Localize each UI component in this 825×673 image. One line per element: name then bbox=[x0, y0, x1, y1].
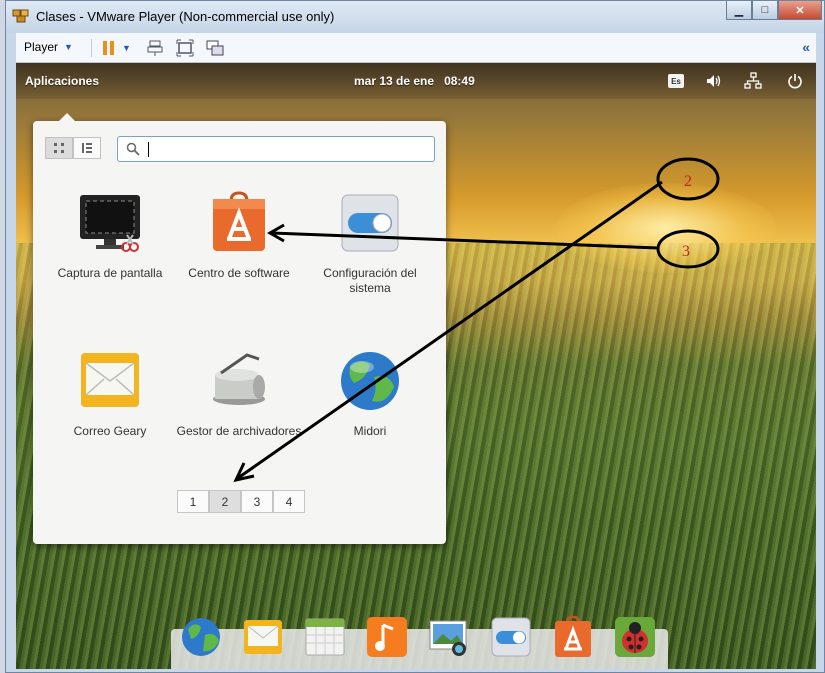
player-menu[interactable]: Player ▼ bbox=[24, 40, 73, 54]
vmware-app-icon bbox=[12, 9, 29, 23]
page-button-1[interactable]: 1 bbox=[177, 490, 209, 513]
chevron-down-icon[interactable]: ▼ bbox=[122, 43, 131, 53]
app-label: Configuración del sistema bbox=[323, 266, 417, 295]
panel-clock[interactable]: mar 13 de ene 08:49 bbox=[354, 74, 475, 88]
application-launcher: Captura de pantalla Centro de software C… bbox=[33, 113, 446, 544]
app-label: Correo Geary bbox=[73, 424, 147, 438]
vmware-window: Clases - VMware Player (Non-commercial u… bbox=[5, 0, 825, 673]
app-configuracion-del-sistema[interactable]: Configuración del sistema bbox=[305, 191, 435, 296]
page-button-2[interactable]: 2 bbox=[209, 490, 241, 513]
view-mode-toggle bbox=[45, 137, 101, 159]
window-title: Clases - VMware Player (Non-commercial u… bbox=[36, 9, 335, 24]
app-centro-de-software[interactable]: Centro de software bbox=[174, 191, 304, 281]
app-label: Captura de pantalla bbox=[57, 266, 163, 280]
app-midori[interactable]: Midori bbox=[305, 349, 435, 439]
app-captura-de-pantalla[interactable]: Captura de pantalla bbox=[45, 191, 175, 281]
minimize-button[interactable]: ▁ bbox=[726, 1, 752, 20]
software-center-icon bbox=[213, 191, 265, 251]
panel-date: mar 13 de ene bbox=[354, 74, 435, 88]
power-icon[interactable] bbox=[786, 72, 804, 90]
archive-manager-icon bbox=[213, 353, 265, 405]
vmware-toolbar: Player ▼ ▼ « bbox=[16, 33, 816, 63]
list-icon bbox=[82, 143, 92, 153]
window-controls: ▁ □ ✕ bbox=[726, 1, 822, 20]
chevron-down-icon: ▼ bbox=[64, 42, 73, 52]
panel-time: 08:49 bbox=[444, 74, 475, 88]
fullscreen-icon[interactable] bbox=[176, 39, 194, 57]
settings-toggle-icon bbox=[341, 194, 399, 252]
search-icon bbox=[126, 142, 140, 156]
bug-icon[interactable] bbox=[613, 615, 657, 659]
volume-icon[interactable] bbox=[705, 72, 723, 90]
guest-desktop: Aplicaciones mar 13 de ene 08:49 Es Capt… bbox=[16, 63, 816, 669]
mail-icon[interactable] bbox=[241, 615, 285, 659]
keyboard-layout-indicator[interactable]: Es bbox=[668, 74, 684, 88]
mail-icon bbox=[81, 353, 139, 407]
photos-icon[interactable] bbox=[427, 615, 471, 659]
app-label: Midori bbox=[353, 424, 387, 438]
app-gestor-de-archivadores[interactable]: Gestor de archivadores bbox=[174, 349, 304, 439]
close-button[interactable]: ✕ bbox=[778, 1, 822, 20]
app-correo-geary[interactable]: Correo Geary bbox=[45, 349, 175, 439]
music-icon[interactable] bbox=[365, 615, 409, 659]
screenshot-icon bbox=[80, 195, 140, 252]
collapse-toolbar-icon[interactable]: « bbox=[802, 39, 810, 55]
app-label: Centro de software bbox=[188, 266, 290, 280]
settings-toggle-icon[interactable] bbox=[489, 615, 533, 659]
network-icon[interactable] bbox=[744, 72, 762, 90]
midori-icon[interactable] bbox=[179, 615, 223, 659]
title-bar: Clases - VMware Player (Non-commercial u… bbox=[6, 1, 824, 33]
page-button-3[interactable]: 3 bbox=[241, 490, 273, 513]
software-center-icon[interactable] bbox=[551, 615, 595, 659]
maximize-button[interactable]: □ bbox=[752, 1, 778, 20]
grid-view-button[interactable] bbox=[45, 137, 73, 159]
category-view-button[interactable] bbox=[73, 137, 101, 159]
globe-icon bbox=[341, 352, 399, 410]
page-button-4[interactable]: 4 bbox=[273, 490, 305, 513]
top-panel: Aplicaciones mar 13 de ene 08:49 Es bbox=[16, 63, 816, 99]
toolbar-divider bbox=[91, 39, 92, 57]
text-cursor bbox=[148, 142, 149, 157]
applications-menu[interactable]: Aplicaciones bbox=[25, 74, 99, 88]
dock bbox=[171, 615, 668, 669]
search-input[interactable] bbox=[117, 136, 435, 162]
unity-mode-icon[interactable] bbox=[206, 39, 224, 57]
pause-icon[interactable] bbox=[100, 39, 118, 57]
grid-icon bbox=[54, 143, 64, 153]
app-label: Gestor de archivadores bbox=[176, 424, 302, 438]
page-switcher: 1 2 3 4 bbox=[177, 490, 305, 513]
send-ctrl-alt-del-icon[interactable] bbox=[146, 39, 164, 57]
sunset-glow bbox=[556, 183, 776, 273]
calendar-icon[interactable] bbox=[303, 615, 347, 659]
player-menu-label: Player bbox=[24, 40, 59, 54]
